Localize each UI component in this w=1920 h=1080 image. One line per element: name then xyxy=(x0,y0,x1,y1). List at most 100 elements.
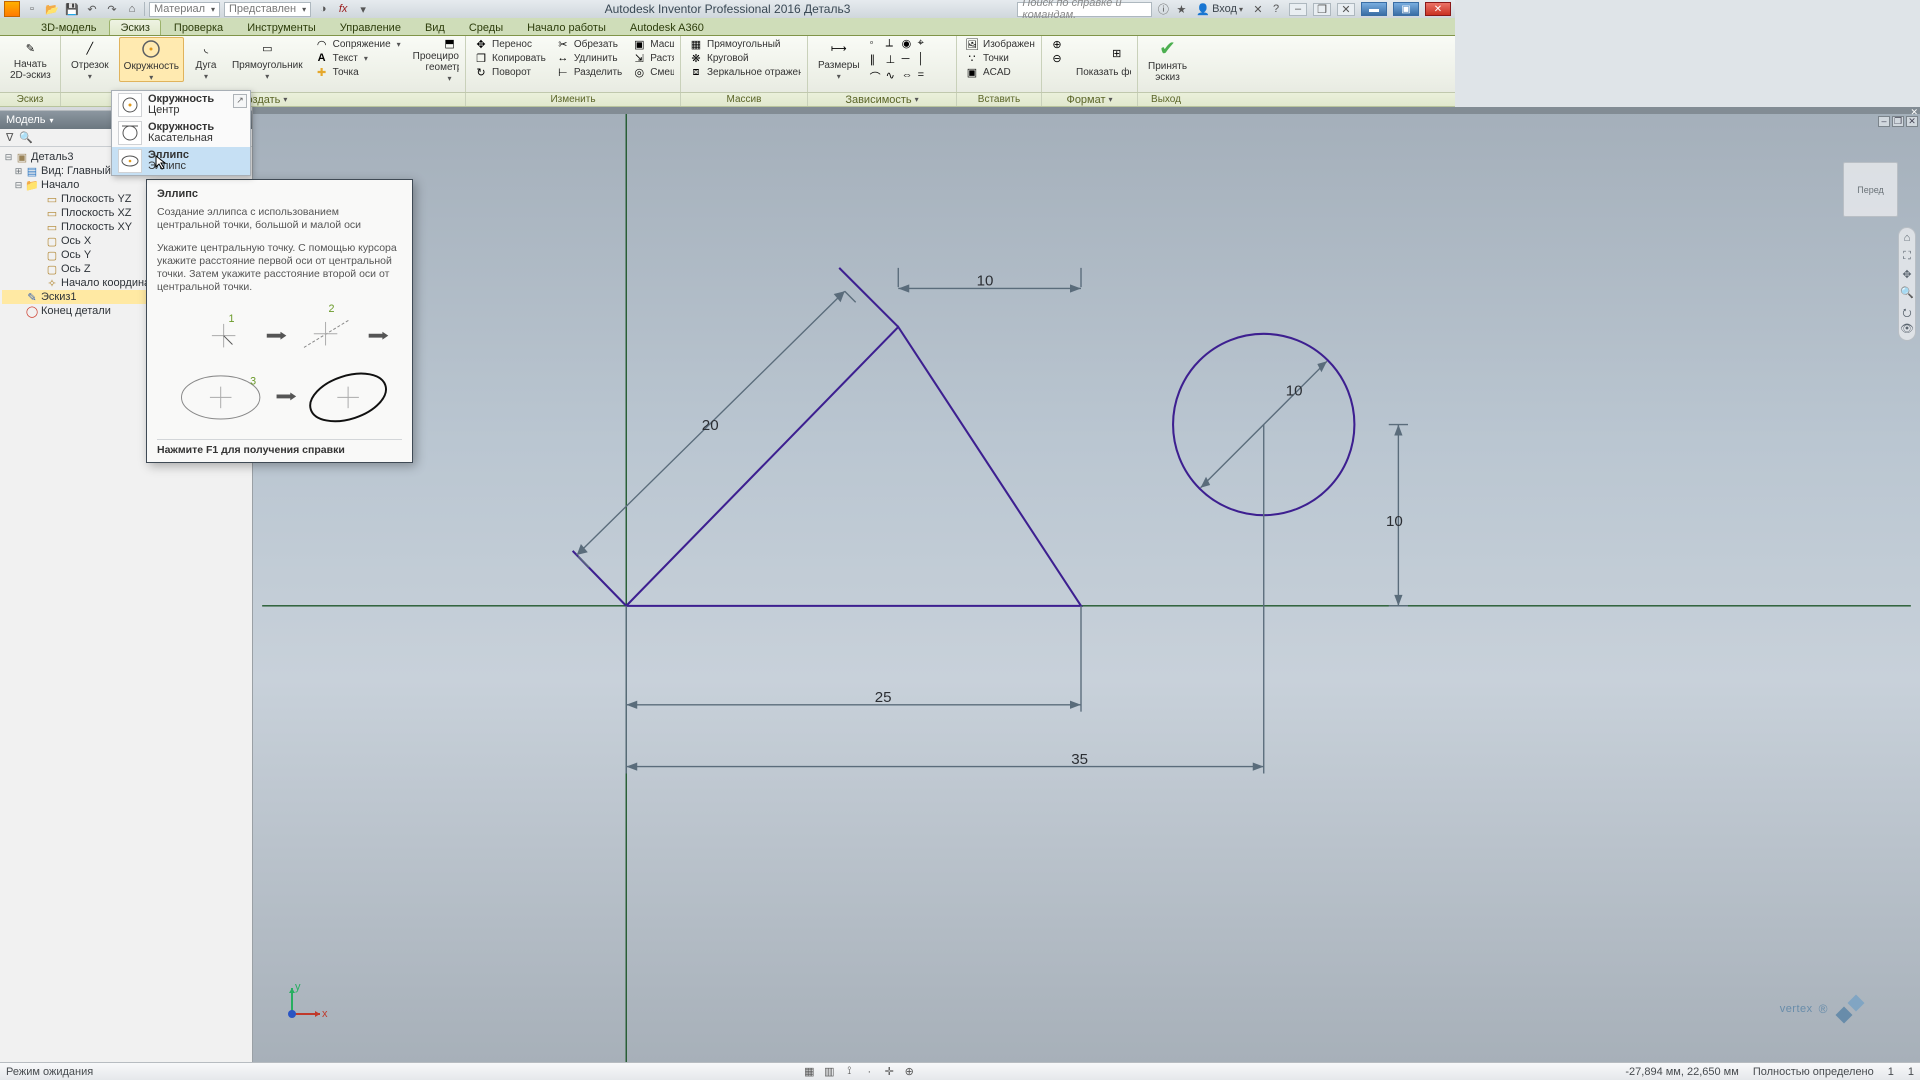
filter-icon[interactable]: ∇ xyxy=(6,131,13,144)
vertical-icon[interactable]: │ xyxy=(918,53,933,68)
tab-a360[interactable]: Autodesk A360 xyxy=(619,19,715,35)
status-icon-6[interactable]: ⊕ xyxy=(902,1065,916,1079)
project-geometry-button[interactable]: ⬒Проецирование геометрии▾ xyxy=(409,37,459,82)
ellipse-option[interactable]: ЭллипсЭллипс xyxy=(112,147,250,175)
tab-3d-model[interactable]: 3D-модель xyxy=(30,19,107,35)
fillet-button[interactable]: ◠Сопряжение▾ xyxy=(313,37,403,51)
centerline-toggle[interactable]: ⊖ xyxy=(1048,51,1066,65)
tab-get-started[interactable]: Начало работы xyxy=(516,19,617,35)
point-button[interactable]: ✚Точка xyxy=(313,65,403,79)
equal-icon[interactable]: = xyxy=(918,69,933,84)
find-icon[interactable]: 🔍 xyxy=(19,131,33,144)
view-cube[interactable]: Перед xyxy=(1843,162,1898,217)
help-icon[interactable]: ? xyxy=(1269,3,1283,15)
perpendicular-icon[interactable]: ⊥ xyxy=(886,53,901,68)
finish-sketch-button[interactable]: ✔Принять эскиз xyxy=(1144,37,1188,82)
status-icon-4[interactable]: · xyxy=(862,1065,876,1079)
status-icon-2[interactable]: ▥ xyxy=(822,1065,836,1079)
qat-home-icon[interactable]: ⌂ xyxy=(124,1,140,17)
canvas[interactable]: ✕ – ❐ ✕ 10 10 20 xyxy=(253,107,1920,1062)
tab-sketch[interactable]: Эскиз xyxy=(109,19,160,35)
start-2d-sketch-button[interactable]: ✎ Начать 2D-эскиз xyxy=(6,37,54,82)
qat-save-icon[interactable]: 💾 xyxy=(64,1,80,17)
tab-view[interactable]: Вид xyxy=(414,19,456,35)
dialog-launcher-icon[interactable]: ↗ xyxy=(233,94,247,108)
exchange-icon[interactable]: ✕ xyxy=(1251,3,1265,16)
construction-toggle[interactable]: ⊕ xyxy=(1048,37,1066,51)
rotate-button[interactable]: ↻Поворот xyxy=(472,65,548,79)
fix-icon[interactable]: ⌖ xyxy=(918,37,933,52)
qat-undo-icon[interactable]: ↶ xyxy=(84,1,100,17)
sketch-canvas[interactable]: 10 10 20 25 35 10 xyxy=(253,114,1920,1062)
favorite-icon[interactable]: ★ xyxy=(1174,3,1188,16)
app-logo[interactable] xyxy=(4,1,20,17)
doc-close-button[interactable]: ✕ xyxy=(1337,3,1355,16)
nav-orbit-icon[interactable]: ⭮ xyxy=(1900,304,1914,318)
format-panel-label[interactable]: Формат ▾ xyxy=(1042,93,1138,106)
qat-more-icon[interactable]: ▾ xyxy=(355,1,371,17)
status-icon-5[interactable]: ✛ xyxy=(882,1065,896,1079)
nav-pan-icon[interactable]: ✥ xyxy=(1900,268,1914,282)
smooth-icon[interactable]: ∿ xyxy=(886,69,901,84)
appearance-selector[interactable]: Представлен▾ xyxy=(224,2,311,17)
nav-look-icon[interactable]: 👁 xyxy=(1900,322,1914,336)
circ-pattern-button[interactable]: ❋Круговой xyxy=(687,51,801,65)
parallel-icon[interactable]: ∥ xyxy=(870,53,885,68)
qat-fx-icon[interactable]: fx xyxy=(335,1,351,17)
dimension-button[interactable]: ⟼Размеры▾ xyxy=(814,37,864,82)
image-button[interactable]: 🖼Изображение xyxy=(963,37,1035,51)
symmetric-icon[interactable]: ⇔ xyxy=(902,69,917,84)
qat-open-icon[interactable]: 📂 xyxy=(44,1,60,17)
circle-center-option[interactable]: ОкружностьЦентр xyxy=(112,91,250,119)
doc-minimize-button[interactable]: – xyxy=(1289,3,1307,16)
offset-button[interactable]: ◎Смещение xyxy=(630,65,674,79)
rectangle-button[interactable]: ▭Прямоугольник▾ xyxy=(228,37,307,82)
nav-full-icon[interactable]: ⛶ xyxy=(1900,250,1914,264)
tab-inspect[interactable]: Проверка xyxy=(163,19,234,35)
material-selector[interactable]: Материал▾ xyxy=(149,2,220,17)
split-button[interactable]: ⊢Разделить xyxy=(554,65,624,79)
concentric-icon[interactable]: ◉ xyxy=(902,37,917,52)
show-format-button[interactable]: ⊞Показать формат xyxy=(1072,37,1131,82)
line-button[interactable]: ╱Отрезок▾ xyxy=(67,37,113,82)
qat-appearance-icon[interactable]: ◑ xyxy=(315,1,331,17)
trim-button[interactable]: ✂Обрезать xyxy=(554,37,624,51)
circle-tangent-option[interactable]: ОкружностьКасательная xyxy=(112,119,250,147)
login-button[interactable]: 👤 Вход ▾ xyxy=(1192,3,1247,16)
move-button[interactable]: ✥Перенос xyxy=(472,37,548,51)
acad-button[interactable]: ▣ACAD xyxy=(963,65,1035,79)
mirror-button[interactable]: ⧈Зеркальное отражение xyxy=(687,65,801,79)
tangent-icon[interactable]: ⌒ xyxy=(870,69,885,84)
text-button[interactable]: AТекст▾ xyxy=(313,51,403,65)
collinear-icon[interactable]: ⟂ xyxy=(886,37,901,52)
window-minimize-button[interactable]: ▬ xyxy=(1361,2,1387,16)
nav-zoom-icon[interactable]: 🔍 xyxy=(1900,286,1914,300)
arc-button[interactable]: ◟Дуга▾ xyxy=(190,37,222,82)
tab-environments[interactable]: Среды xyxy=(458,19,514,35)
doc-restore-button[interactable]: ❐ xyxy=(1313,3,1331,16)
help-search-input[interactable]: Поиск по справке и командам. xyxy=(1017,2,1152,17)
window-close-button[interactable]: ✕ xyxy=(1425,2,1451,16)
constrain-panel-label[interactable]: Зависимость ▾ xyxy=(808,93,957,106)
qat-redo-icon[interactable]: ↷ xyxy=(104,1,120,17)
coincident-icon[interactable]: ◦ xyxy=(870,37,885,52)
copy-button[interactable]: ❐Копировать xyxy=(472,51,548,65)
rect-pattern-icon: ▦ xyxy=(689,37,703,51)
constraint-icons[interactable]: ◦⟂◉⌖ ∥⊥─│ ⌒∿⇔= xyxy=(870,37,933,84)
circle-dropdown: ↗ ОкружностьЦентр ОкружностьКасательная … xyxy=(111,90,251,176)
nav-home-icon[interactable]: ⌂ xyxy=(1900,232,1914,246)
scale-button[interactable]: ▣Масштаб xyxy=(630,37,674,51)
qat-new-icon[interactable]: ▫ xyxy=(24,1,40,17)
points-button[interactable]: ∵Точки xyxy=(963,51,1035,65)
tab-manage[interactable]: Управление xyxy=(329,19,412,35)
stretch-button[interactable]: ⇲Растянуть xyxy=(630,51,674,65)
info-icon[interactable]: ⓘ xyxy=(1156,1,1170,17)
window-maximize-button[interactable]: ▣ xyxy=(1393,2,1419,16)
status-icon-3[interactable]: ⟟ xyxy=(842,1065,856,1079)
tab-tools[interactable]: Инструменты xyxy=(236,19,327,35)
rect-pattern-button[interactable]: ▦Прямоугольный xyxy=(687,37,801,51)
horizontal-icon[interactable]: ─ xyxy=(902,53,917,68)
status-icon-1[interactable]: ▦ xyxy=(802,1065,816,1079)
circle-button[interactable]: Окружность▾ xyxy=(119,37,184,82)
extend-button[interactable]: ↔Удлинить xyxy=(554,51,624,65)
